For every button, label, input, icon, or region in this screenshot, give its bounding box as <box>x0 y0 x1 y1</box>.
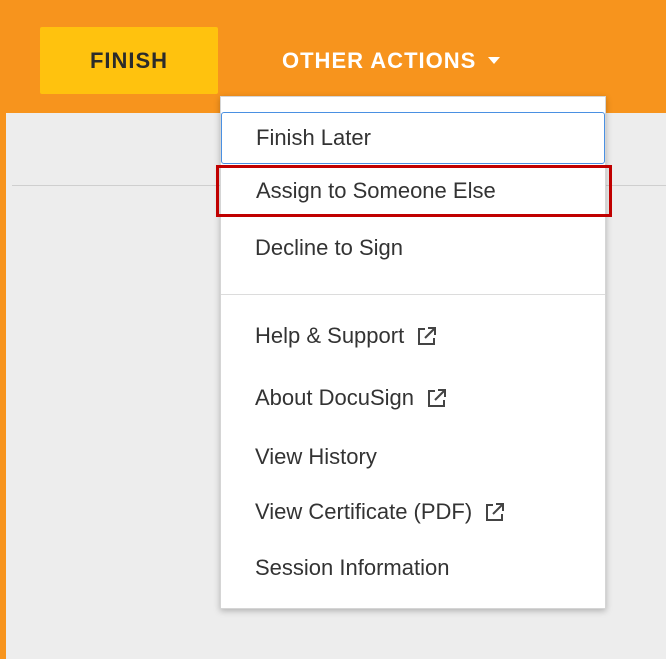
menu-item-view-certificate[interactable]: View Certificate (PDF) <box>221 486 605 538</box>
menu-item-label: Assign to Someone Else <box>256 178 496 203</box>
menu-item-label: View Certificate (PDF) <box>255 499 473 524</box>
menu-item-finish-later[interactable]: Finish Later <box>221 112 605 164</box>
menu-item-label: Session Information <box>255 555 450 580</box>
external-link-icon <box>418 327 437 345</box>
finish-button[interactable]: FINISH <box>40 27 218 94</box>
other-actions-menu: Finish Later Assign to Someone Else Decl… <box>216 96 612 609</box>
menu-item-label: Help & Support <box>255 323 405 348</box>
menu-item-label: Decline to Sign <box>255 235 403 260</box>
caret-down-icon <box>488 57 501 64</box>
other-actions-label: OTHER ACTIONS <box>282 47 477 73</box>
menu-item-session-information[interactable]: Session Information <box>221 542 605 594</box>
menu-divider <box>221 294 605 295</box>
menu-item-label: View History <box>255 444 377 469</box>
menu-item-about-docusign[interactable]: About DocuSign <box>221 372 605 424</box>
menu-item-assign-to-someone-else[interactable]: Assign to Someone Else <box>216 165 612 217</box>
menu-item-label: Finish Later <box>256 125 371 150</box>
menu-item-view-history[interactable]: View History <box>221 431 605 483</box>
menu-item-help-support[interactable]: Help & Support <box>221 310 605 362</box>
menu-item-decline-to-sign[interactable]: Decline to Sign <box>221 222 605 274</box>
external-link-icon <box>428 389 446 407</box>
external-link-icon <box>486 503 505 521</box>
other-actions-button[interactable]: OTHER ACTIONS <box>270 27 512 94</box>
menu-item-label: About DocuSign <box>255 385 414 410</box>
